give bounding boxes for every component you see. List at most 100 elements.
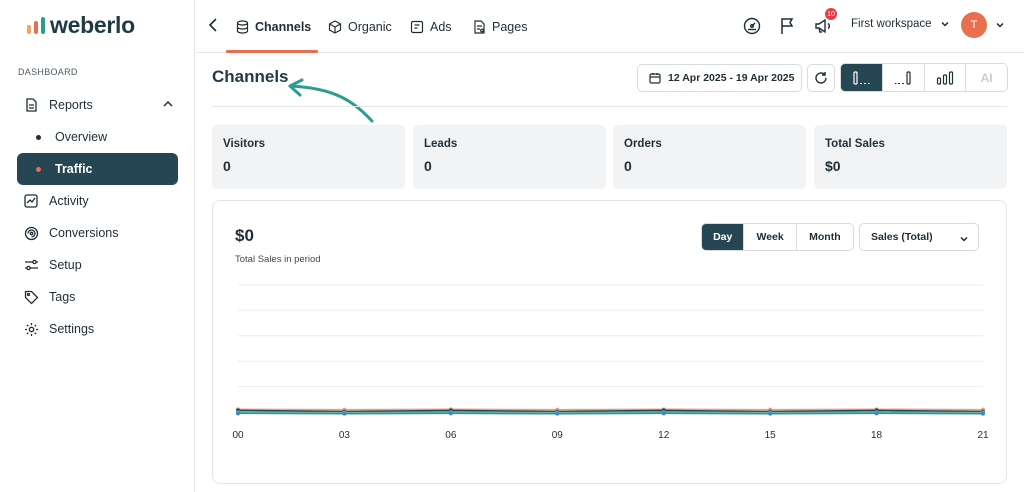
sidebar-subitem-overview[interactable]: Overview	[17, 121, 178, 153]
date-range-picker[interactable]: 12 Apr 2025 - 19 Apr 2025	[637, 64, 802, 92]
sidebar-item-tags[interactable]: Tags	[17, 281, 178, 313]
view-mode-last-bar[interactable]	[883, 64, 925, 91]
sidebar-subitem-label: Overview	[55, 130, 108, 144]
sidebar-item-label: Setup	[49, 258, 82, 272]
database-icon	[236, 19, 249, 34]
stat-value: $0	[825, 158, 841, 174]
view-mode-ai[interactable]: AI	[966, 64, 1007, 91]
ai-label: AI	[980, 70, 993, 85]
stat-label: Visitors	[223, 138, 265, 150]
refresh-button[interactable]	[807, 64, 835, 92]
workspace-name: First workspace	[851, 18, 932, 30]
brand-name: weberlo	[50, 12, 135, 38]
sidebar-item-settings[interactable]: Settings	[17, 313, 178, 345]
activity-chart-icon	[23, 193, 39, 209]
flag-icon	[781, 18, 794, 34]
chart-data-point	[874, 411, 879, 416]
date-range-text: 12 Apr 2025 - 19 Apr 2025	[668, 72, 795, 84]
chart-x-tick-label: 00	[232, 430, 244, 441]
sales-line-chart: 00 03 06 09 12 15 18 21	[232, 284, 989, 441]
chevron-down-icon	[941, 21, 949, 27]
chart-data-point	[342, 411, 347, 416]
chart-data-point	[448, 411, 453, 416]
stat-label: Leads	[424, 138, 458, 150]
gear-icon	[23, 321, 39, 337]
back-chevron-icon[interactable]	[206, 16, 220, 34]
tab-label: Channels	[255, 19, 312, 34]
sidebar-item-setup[interactable]: Setup	[17, 249, 178, 281]
stat-value: 0	[624, 158, 632, 174]
sidebar-item-label: Reports	[49, 98, 93, 112]
annotation-arrow-icon	[288, 78, 374, 123]
cube-icon	[328, 19, 342, 34]
sidebar-subitem-label: Traffic	[55, 162, 93, 176]
bullet-dot-icon	[36, 166, 41, 172]
stat-card-leads: Leads 0	[413, 125, 606, 189]
chevron-down-icon[interactable]	[995, 20, 1005, 30]
refresh-icon	[815, 72, 827, 84]
page-icon	[474, 19, 485, 34]
notification-count-badge: 10	[825, 8, 837, 20]
active-tab-indicator	[226, 50, 318, 53]
tab-organic[interactable]: Organic	[328, 0, 392, 53]
calendar-icon	[649, 73, 661, 84]
sidebar-item-reports[interactable]: Reports	[17, 89, 178, 121]
stat-card-visitors: Visitors 0	[212, 125, 405, 189]
tab-pages[interactable]: Pages	[473, 0, 527, 53]
bar-chart-icon	[936, 70, 953, 85]
tab-channels[interactable]: Channels	[236, 0, 311, 53]
chart-data-point	[236, 411, 240, 416]
sidebar: weberlo DASHBOARD Reports Overview Traff…	[0, 0, 195, 492]
chart-x-tick-label: 12	[658, 430, 670, 441]
announcements-button[interactable]: 10	[812, 8, 837, 37]
bar-left-icon	[853, 70, 870, 85]
brand-logo[interactable]: weberlo	[26, 12, 135, 39]
setup-sliders-icon	[23, 257, 39, 273]
logo-bars-icon	[27, 16, 45, 34]
chart-x-tick-label: 18	[871, 430, 883, 441]
chevron-up-icon	[163, 100, 173, 107]
bar-right-icon	[895, 70, 911, 85]
sidebar-item-label: Conversions	[49, 226, 119, 240]
chart-data-point	[555, 411, 560, 416]
tab-label: Ads	[430, 19, 452, 34]
sidebar-item-label: Settings	[49, 322, 95, 336]
sidebar-section-label: DASHBOARD	[18, 67, 78, 77]
speedometer-icon	[743, 17, 761, 35]
stat-value: 0	[223, 158, 231, 174]
view-mode-first-bar[interactable]	[841, 64, 883, 91]
sidebar-item-activity[interactable]: Activity	[17, 185, 178, 217]
sidebar-item-conversions[interactable]: Conversions	[17, 217, 178, 249]
page-title: Channels	[212, 67, 289, 86]
tab-label: Organic	[348, 19, 392, 34]
chart-data-point	[768, 411, 773, 416]
sales-chart-card: $0 Total Sales in period Day Week Month …	[212, 200, 1007, 484]
stat-label: Total Sales	[825, 138, 885, 150]
conversions-swirl-icon	[23, 225, 39, 241]
stat-label: Orders	[624, 138, 662, 150]
workspace-selector[interactable]: First workspace	[851, 18, 950, 30]
chart-x-tick-label: 09	[552, 430, 564, 441]
speedometer-button[interactable]	[741, 15, 763, 37]
view-mode-toggle-group: AI	[840, 63, 1008, 92]
view-mode-bars[interactable]	[925, 64, 967, 91]
chart-x-tick-label: 03	[339, 430, 351, 441]
stat-value: 0	[424, 158, 432, 174]
bullet-dot-icon	[36, 134, 41, 140]
tab-ads[interactable]: Ads	[410, 0, 452, 53]
user-avatar[interactable]: T	[961, 12, 987, 38]
ad-tag-icon	[410, 20, 424, 33]
header-divider	[212, 106, 1007, 107]
chart-series-line	[237, 409, 984, 413]
chart-data-point	[661, 411, 666, 416]
stat-card-total-sales: Total Sales $0	[814, 125, 1007, 189]
stat-card-orders: Orders 0	[613, 125, 806, 189]
chart-x-tick-label: 21	[977, 430, 989, 441]
sidebar-subitem-traffic[interactable]: Traffic	[17, 153, 178, 185]
sidebar-item-label: Activity	[49, 194, 89, 208]
document-icon	[23, 97, 39, 113]
flag-button[interactable]	[777, 15, 799, 37]
tab-label: Pages	[492, 19, 528, 34]
tag-icon	[23, 289, 39, 305]
chart-x-tick-label: 15	[765, 430, 777, 441]
